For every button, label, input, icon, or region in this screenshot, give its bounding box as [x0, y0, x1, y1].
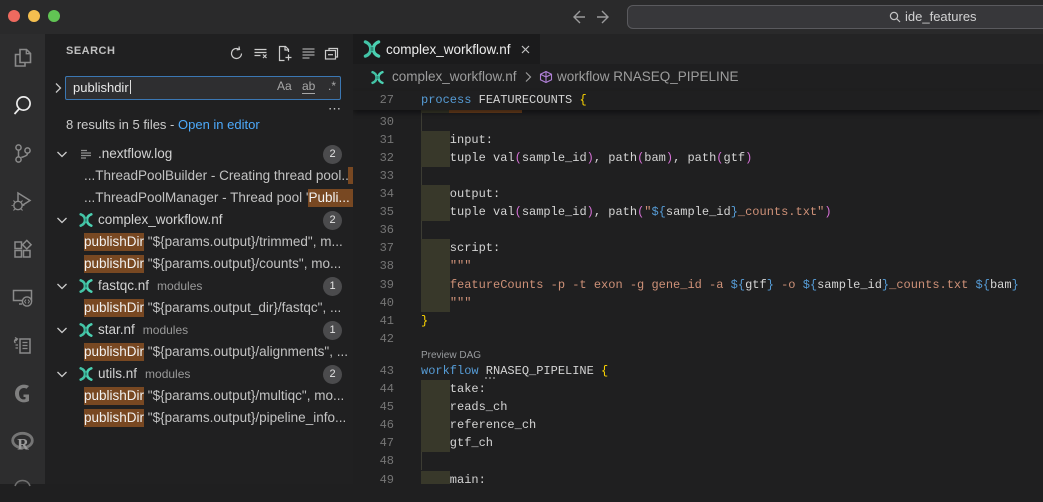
svg-text:R: R	[17, 437, 29, 454]
